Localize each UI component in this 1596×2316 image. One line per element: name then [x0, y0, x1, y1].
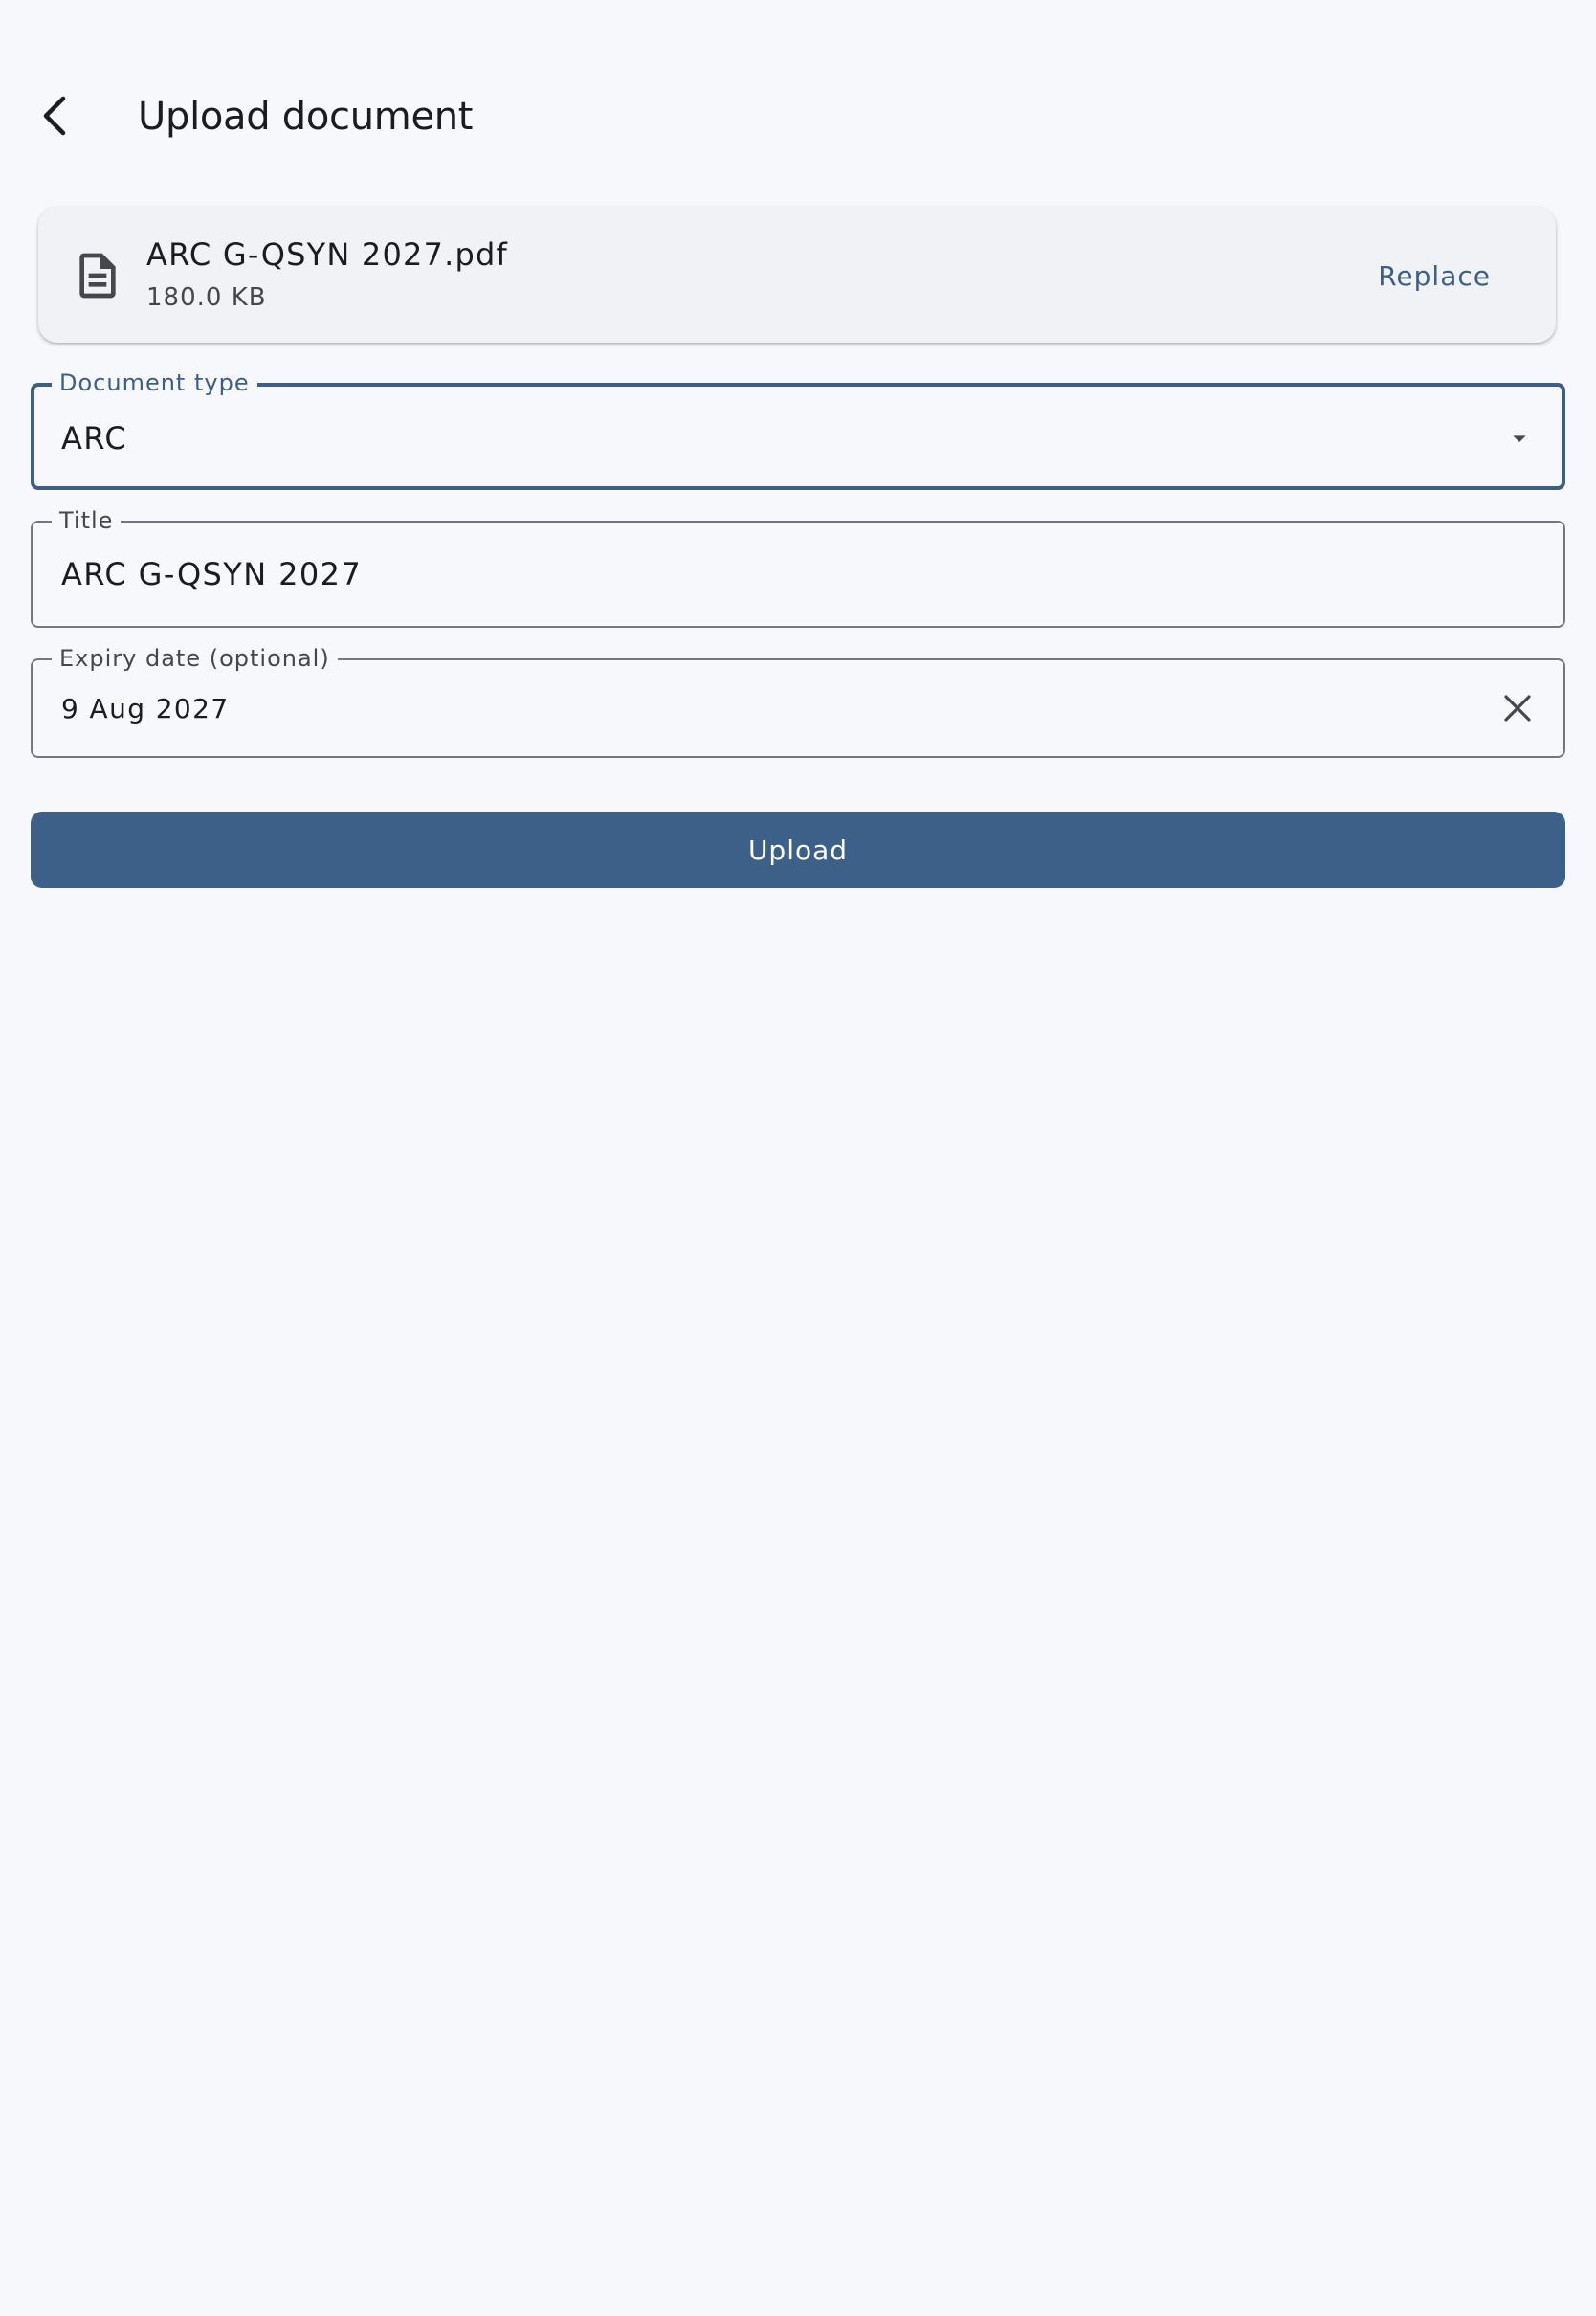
top-app-bar: Upload document	[0, 0, 1596, 230]
back-arrow-icon	[43, 96, 66, 136]
dropdown-arrow-icon[interactable]	[1504, 423, 1535, 454]
clear-date-button[interactable]	[1493, 683, 1542, 733]
expiry-date-value: 9 Aug 2027	[61, 693, 230, 724]
file-size: 180.0 KB	[146, 283, 267, 312]
upload-button[interactable]: Upload	[31, 812, 1565, 888]
selected-file-card: ARC G-QSYN 2027.pdf 180.0 KB Replace	[38, 207, 1556, 343]
document-type-label: Document type	[52, 368, 257, 397]
file-name: ARC G-QSYN 2027.pdf	[146, 236, 509, 273]
back-button[interactable]	[19, 77, 88, 155]
title-field[interactable]: Title ARC G-QSYN 2027	[31, 506, 1565, 628]
expiry-date-field[interactable]: Expiry date (optional) 9 Aug 2027	[31, 644, 1565, 758]
document-icon	[79, 253, 116, 299]
expiry-date-label: Expiry date (optional)	[52, 644, 338, 673]
title-value: ARC G-QSYN 2027	[61, 556, 363, 592]
replace-file-button[interactable]: Replace	[1363, 249, 1506, 302]
page-title: Upload document	[138, 95, 474, 139]
title-label: Title	[52, 506, 122, 535]
document-type-value: ARC	[61, 420, 128, 457]
document-type-select[interactable]: Document type ARC	[31, 368, 1565, 490]
close-icon	[1504, 695, 1531, 722]
